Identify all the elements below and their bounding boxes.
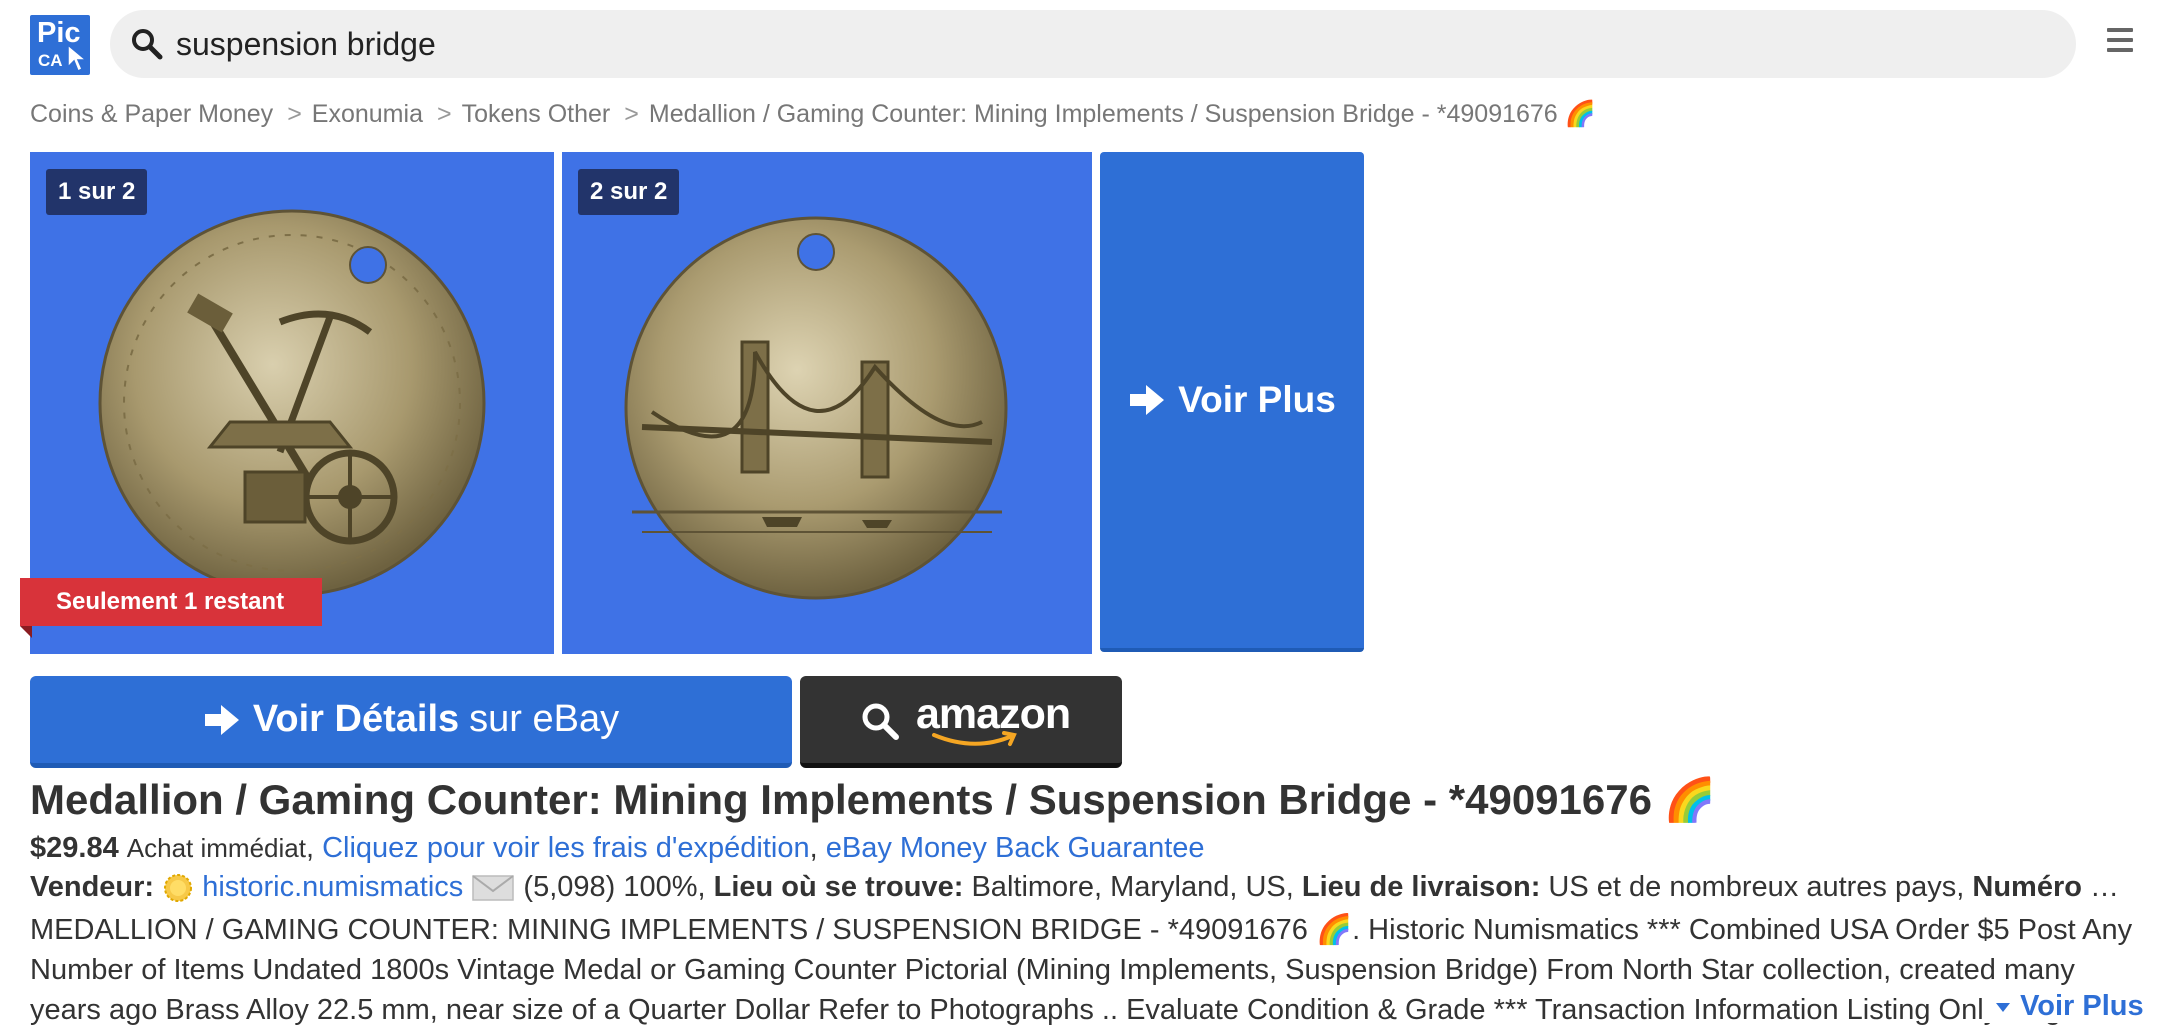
ebay-button-label: sur eBay (469, 698, 620, 740)
product-image-2[interactable]: 2 sur 2 (562, 152, 1092, 654)
seller-feedback-score: (5,098) 100%, (523, 871, 706, 903)
image-counter: 2 sur 2 (578, 169, 680, 215)
seller-label: Vendeur: (30, 871, 155, 903)
ebay-button-bold-label: Voir Détails (252, 698, 460, 740)
seller-name-link[interactable]: historic.numismatics (202, 871, 463, 903)
seller-info-line: Vendeur: historic.numismatics (5,098) 10… (30, 871, 2134, 904)
search-bar[interactable] (110, 10, 2076, 78)
description-more-link[interactable]: Voir Plus (1982, 990, 2144, 1023)
price: $29.84 (30, 832, 119, 864)
shipping-cost-link[interactable]: Cliquez pour voir les frais d'expédition (322, 832, 810, 864)
picclick-logo[interactable]: Pic CA (30, 15, 90, 75)
coin-reverse-image (624, 216, 1008, 600)
listing-title: Medallion / Gaming Counter: Mining Imple… (30, 776, 1716, 823)
buy-type: Achat immédiat (126, 833, 306, 863)
breadcrumb-separator: > (624, 100, 639, 128)
image-counter: 1 sur 2 (46, 169, 148, 215)
breadcrumb-coins-paper-money[interactable]: Coins & Paper Money (30, 100, 273, 128)
stock-badge-fold (20, 626, 32, 638)
breadcrumb-separator: > (287, 100, 302, 128)
search-icon[interactable] (130, 27, 164, 61)
view-on-ebay-button[interactable]: Voir Détails sur eBay (30, 676, 792, 768)
item-description: MEDALLION / GAMING COUNTER: MINING IMPLE… (30, 914, 2133, 1026)
stock-badge: Seulement 1 restant (20, 578, 322, 626)
hamburger-menu-icon[interactable] (2107, 28, 2133, 54)
delivery-regions: US et de nombreux autres pays, (1548, 871, 1965, 903)
arrow-right-icon (204, 704, 239, 735)
envelope-icon[interactable] (471, 873, 515, 903)
breadcrumb: Coins & Paper Money > Exonumia > Tokens Othe… (30, 100, 1596, 129)
caret-down-icon (1996, 1003, 2010, 1013)
more-images-button[interactable]: Voir Plus (1100, 152, 1364, 652)
breadcrumb-separator: > (436, 100, 452, 128)
breadcrumb-tokens-other[interactable]: Tokens Other (462, 100, 611, 128)
search-amazon-button[interactable]: amazon (800, 676, 1122, 768)
seller-medal-icon (164, 874, 193, 903)
money-back-guarantee-link[interactable]: eBay Money Back Guarantee (826, 832, 1205, 864)
cursor-icon (67, 43, 88, 73)
description-more-label: Voir Plus (2020, 990, 2144, 1022)
arrow-right-icon (1130, 385, 1165, 415)
amazon-smile-icon (932, 731, 1017, 746)
delivery-label: Lieu de livraison: (1301, 871, 1541, 903)
search-input[interactable] (176, 22, 1976, 66)
location-label: Lieu où se trouve: (713, 871, 964, 903)
breadcrumb-current-item: Medallion / Gaming Counter: Mining Imple… (648, 100, 1596, 128)
breadcrumb-exonumia[interactable]: Exonumia (312, 100, 423, 128)
item-location: Baltimore, Maryland, US, (971, 871, 1294, 903)
search-icon (862, 703, 899, 740)
price-line: $29.84 Achat immédiat, Cliquez pour voir… (30, 832, 1205, 864)
logo-text-ca: CA (38, 51, 63, 70)
item-number-label: Numéro de l'objet: (1972, 871, 2134, 903)
more-images-label: Voir Plus (1178, 379, 1336, 420)
